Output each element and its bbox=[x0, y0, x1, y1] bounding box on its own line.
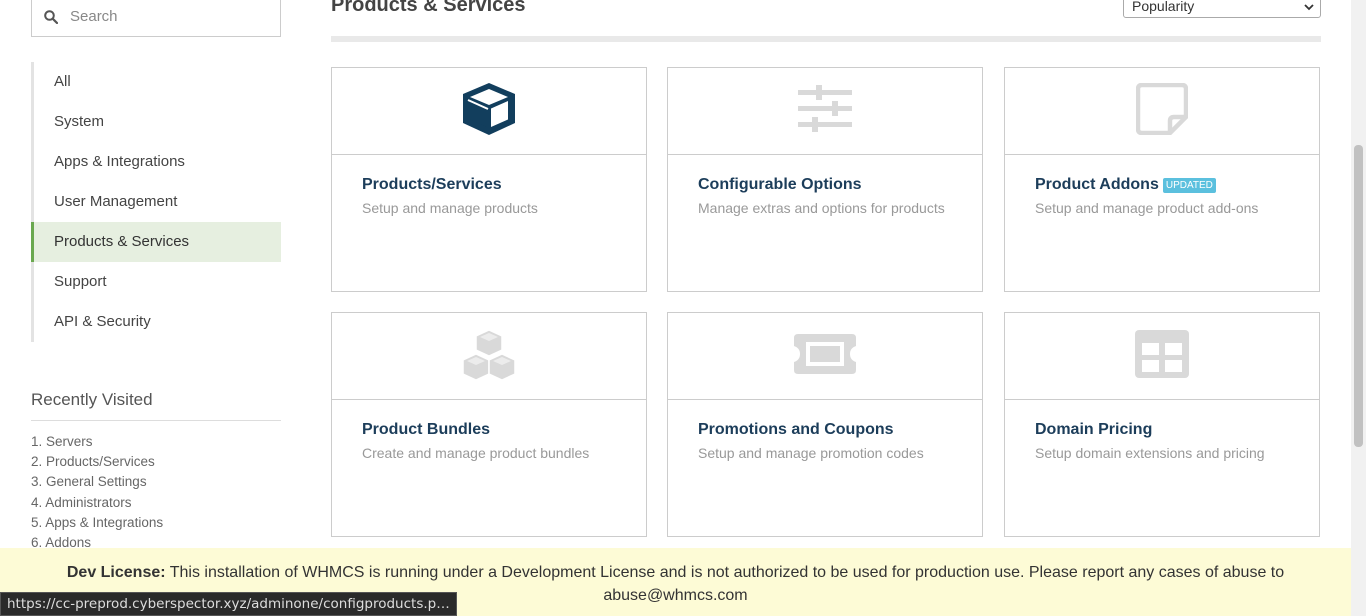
table-icon bbox=[1134, 329, 1190, 384]
card-title: Configurable Options bbox=[698, 176, 862, 193]
category-all[interactable]: All bbox=[34, 62, 281, 102]
sort-select-value: Popularity bbox=[1132, 0, 1195, 14]
card-icon-area bbox=[1005, 68, 1319, 155]
updated-badge: UPDATED bbox=[1162, 177, 1216, 193]
card-description: Setup and manage product add-ons bbox=[1035, 200, 1259, 216]
search-icon bbox=[32, 9, 70, 24]
category-support[interactable]: Support bbox=[34, 262, 281, 302]
card-icon-area bbox=[1005, 313, 1319, 400]
card-description: Setup and manage promotion codes bbox=[698, 445, 924, 461]
category-nav: All System Apps & Integrations User Mana… bbox=[31, 62, 281, 342]
chevron-down-icon bbox=[1304, 0, 1314, 14]
category-user-management[interactable]: User Management bbox=[34, 182, 281, 222]
category-api-security[interactable]: API & Security bbox=[34, 302, 281, 342]
recent-link-apps-integrations[interactable]: 5. Apps & Integrations bbox=[31, 513, 163, 533]
card-title-text: Product Addons bbox=[1035, 176, 1159, 193]
cube-icon bbox=[460, 81, 518, 142]
recent-link-administrators[interactable]: 4. Administrators bbox=[31, 493, 163, 513]
card-promotions-coupons[interactable]: Promotions and Coupons Setup and manage … bbox=[667, 312, 983, 537]
card-icon-area bbox=[332, 313, 646, 400]
card-description: Setup and manage products bbox=[362, 200, 538, 216]
scrollbar-thumb[interactable] bbox=[1354, 145, 1363, 447]
recent-link-products-services[interactable]: 2. Products/Services bbox=[31, 452, 163, 472]
card-title: Promotions and Coupons bbox=[698, 421, 894, 438]
sliders-icon bbox=[796, 84, 854, 139]
search-field[interactable] bbox=[31, 0, 281, 37]
card-description: Create and manage product bundles bbox=[362, 445, 590, 461]
page: All System Apps & Integrations User Mana… bbox=[0, 0, 1351, 616]
card-configurable-options[interactable]: Configurable Options Manage extras and o… bbox=[667, 67, 983, 292]
card-title: Product Addons UPDATED bbox=[1035, 176, 1216, 194]
ticket-icon bbox=[792, 332, 858, 381]
card-icon-area bbox=[668, 313, 982, 400]
card-description: Setup domain extensions and pricing bbox=[1035, 445, 1265, 461]
cubes-icon bbox=[460, 328, 518, 385]
card-products-services[interactable]: Products/Services Setup and manage produ… bbox=[331, 67, 647, 292]
category-products-services[interactable]: Products & Services bbox=[31, 222, 281, 262]
card-domain-pricing[interactable]: Domain Pricing Setup domain extensions a… bbox=[1004, 312, 1320, 537]
recently-visited-list: 1. Servers 2. Products/Services 3. Gener… bbox=[31, 432, 163, 553]
category-apps-integrations[interactable]: Apps & Integrations bbox=[34, 142, 281, 182]
card-icon-area bbox=[332, 68, 646, 155]
card-title: Products/Services bbox=[362, 176, 502, 193]
title-divider bbox=[331, 36, 1321, 42]
recently-visited-heading: Recently Visited bbox=[31, 390, 281, 421]
card-product-addons[interactable]: Product Addons UPDATED Setup and manage … bbox=[1004, 67, 1320, 292]
recent-link-servers[interactable]: 1. Servers bbox=[31, 432, 163, 452]
card-title: Domain Pricing bbox=[1035, 421, 1153, 438]
notice-label: Dev License: bbox=[66, 564, 166, 581]
card-title: Product Bundles bbox=[362, 421, 491, 438]
category-system[interactable]: System bbox=[34, 102, 281, 142]
sticky-note-icon bbox=[1135, 82, 1189, 140]
page-scrollbar[interactable] bbox=[1351, 0, 1366, 616]
sort-select[interactable]: Popularity bbox=[1123, 0, 1321, 18]
card-product-bundles[interactable]: Product Bundles Create and manage produc… bbox=[331, 312, 647, 537]
link-status-bar: https://cc-preprod.cyberspector.xyz/admi… bbox=[0, 592, 457, 616]
card-icon-area bbox=[668, 68, 982, 155]
page-title: Products & Services bbox=[331, 0, 526, 16]
recent-link-general-settings[interactable]: 3. General Settings bbox=[31, 472, 163, 492]
search-input[interactable] bbox=[70, 8, 270, 25]
card-description: Manage extras and options for products bbox=[698, 200, 945, 216]
